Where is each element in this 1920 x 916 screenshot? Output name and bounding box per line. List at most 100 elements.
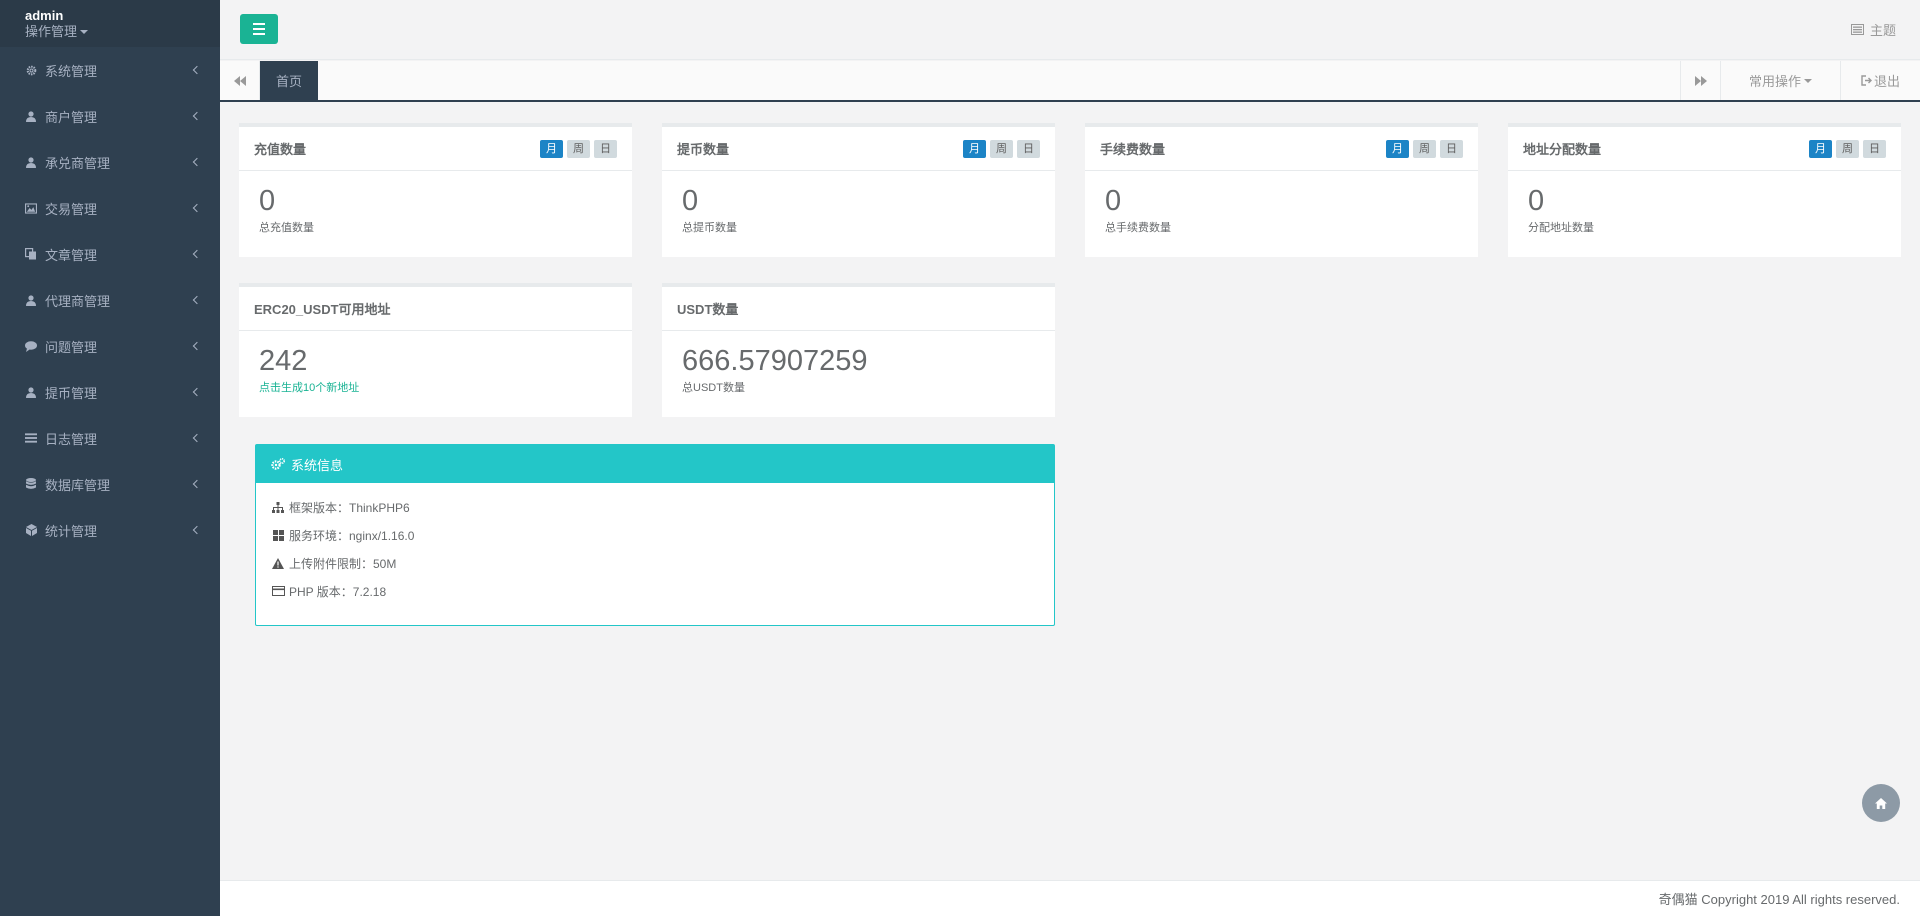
backward-icon bbox=[233, 75, 246, 86]
stat-value: 242 bbox=[259, 345, 308, 377]
chevron-left-icon bbox=[192, 387, 202, 397]
sysinfo-row: 框架版本：ThinkPHP6 bbox=[271, 493, 1039, 521]
tab-scroll-right-button[interactable] bbox=[1680, 61, 1720, 100]
chevron-left-icon bbox=[192, 525, 202, 535]
exit-button[interactable]: 退出 bbox=[1840, 61, 1920, 100]
period-day-button[interactable]: 日 bbox=[1863, 139, 1886, 158]
sidebar-item-label: 数据库管理 bbox=[45, 477, 111, 493]
sidebar-item-label: 承兑商管理 bbox=[45, 155, 111, 171]
chevron-left-icon bbox=[192, 157, 202, 167]
caret-down-icon bbox=[1804, 78, 1812, 83]
profile-role-dropdown[interactable]: 操作管理 bbox=[25, 24, 220, 40]
generate-addresses-link[interactable]: 点击生成10个新地址 bbox=[259, 379, 612, 395]
sidebar-item-label: 系统管理 bbox=[45, 63, 98, 79]
period-day-button[interactable]: 日 bbox=[594, 139, 617, 158]
sidebar-item-withdraw[interactable]: 提币管理 bbox=[0, 369, 220, 415]
period-week-button[interactable]: 周 bbox=[567, 139, 590, 158]
gear-icon bbox=[25, 64, 37, 76]
topbar: 主题 bbox=[220, 0, 1920, 60]
theme-icon bbox=[1850, 24, 1864, 35]
credit-card-icon bbox=[271, 584, 285, 598]
chevron-left-icon bbox=[192, 249, 202, 259]
dashboard-content: 充值数量 月 周 日 0 总充值数量 提币数量 月 周 日 0 总提币数量 手续… bbox=[220, 102, 1920, 880]
stat-label: 总USDT数量 bbox=[682, 382, 745, 394]
sidebar-item-label: 交易管理 bbox=[45, 201, 98, 217]
period-week-button[interactable]: 周 bbox=[990, 139, 1013, 158]
stat-value: 0 bbox=[1528, 185, 1545, 217]
copy-icon bbox=[25, 248, 37, 260]
card-title: ERC20_USDT可用地址 bbox=[254, 302, 391, 317]
stat-label: 总提币数量 bbox=[682, 222, 737, 234]
stat-label: 分配地址数量 bbox=[1528, 222, 1594, 234]
caret-down-icon bbox=[80, 30, 89, 34]
profile-role-label: 操作管理 bbox=[25, 24, 78, 39]
system-info-panel: 系统信息 框架版本：ThinkPHP6 服务环境：nginx/1.16.0 上传… bbox=[255, 444, 1055, 626]
home-button[interactable] bbox=[1862, 784, 1900, 822]
chevron-left-icon bbox=[192, 341, 202, 351]
exit-label: 退出 bbox=[1873, 74, 1900, 89]
sysinfo-text: 服务环境：nginx/1.16.0 bbox=[289, 528, 415, 543]
period-week-button[interactable]: 周 bbox=[1836, 139, 1859, 158]
sidebar-item-database[interactable]: 数据库管理 bbox=[0, 461, 220, 507]
erc20-address-card: ERC20_USDT可用地址 242 点击生成10个新地址 bbox=[239, 283, 632, 417]
footer: 奇偶猫 Copyright 2019 All rights reserved. bbox=[220, 880, 1920, 916]
sysinfo-row: 服务环境：nginx/1.16.0 bbox=[271, 521, 1039, 549]
system-info-title: 系统信息 bbox=[291, 457, 344, 473]
tab-scroll-left-button[interactable] bbox=[220, 61, 260, 100]
forward-icon bbox=[1694, 75, 1707, 86]
sidebar-item-merchant[interactable]: 商户管理 bbox=[0, 93, 220, 139]
card-title: 地址分配数量 bbox=[1523, 142, 1602, 157]
sidebar-item-trade[interactable]: 交易管理 bbox=[0, 185, 220, 231]
windows-icon bbox=[271, 528, 285, 542]
user-icon bbox=[25, 110, 37, 122]
stat-value: 0 bbox=[682, 185, 699, 217]
sidebar-item-label: 代理商管理 bbox=[45, 293, 111, 309]
recharge-stat-card: 充值数量 月 周 日 0 总充值数量 bbox=[239, 123, 632, 257]
sidebar-item-statistics[interactable]: 统计管理 bbox=[0, 507, 220, 553]
sidebar-item-agent[interactable]: 代理商管理 bbox=[0, 277, 220, 323]
tab-actions: 常用操作 退出 bbox=[1680, 61, 1920, 100]
sidebar-item-log[interactable]: 日志管理 bbox=[0, 415, 220, 461]
sysinfo-row: PHP 版本：7.2.18 bbox=[271, 577, 1039, 605]
profile-name: admin bbox=[25, 8, 64, 23]
user-icon bbox=[25, 156, 37, 168]
period-month-button[interactable]: 月 bbox=[1386, 139, 1409, 158]
card-title: 提币数量 bbox=[677, 142, 730, 157]
chevron-left-icon bbox=[192, 295, 202, 305]
common-ops-dropdown[interactable]: 常用操作 bbox=[1720, 61, 1840, 100]
period-switch: 月 周 日 bbox=[1809, 139, 1886, 158]
user-icon bbox=[25, 294, 37, 306]
sidebar-item-label: 统计管理 bbox=[45, 523, 98, 539]
period-month-button[interactable]: 月 bbox=[540, 139, 563, 158]
stat-value: 666.57907259 bbox=[682, 345, 868, 377]
comment-icon bbox=[25, 340, 37, 352]
sitemap-icon bbox=[271, 500, 285, 514]
sidebar-item-system[interactable]: 系统管理 bbox=[0, 47, 220, 93]
stat-label: 总手续费数量 bbox=[1105, 222, 1171, 234]
period-switch: 月 周 日 bbox=[540, 139, 617, 158]
period-month-button[interactable]: 月 bbox=[963, 139, 986, 158]
card-title: 手续费数量 bbox=[1100, 142, 1166, 157]
period-month-button[interactable]: 月 bbox=[1809, 139, 1832, 158]
sidebar-item-label: 商户管理 bbox=[45, 109, 98, 125]
address-alloc-stat-card: 地址分配数量 月 周 日 0 分配地址数量 bbox=[1508, 123, 1901, 257]
theme-button[interactable]: 主题 bbox=[1850, 20, 1896, 39]
sidebar-item-article[interactable]: 文章管理 bbox=[0, 231, 220, 277]
chevron-left-icon bbox=[192, 111, 202, 121]
sysinfo-text: 框架版本：ThinkPHP6 bbox=[289, 500, 410, 515]
sidebar: admin 操作管理 系统管理 商户管理 承兑商管理 交易管理 文章管理 代理商… bbox=[0, 0, 220, 916]
withdraw-stat-card: 提币数量 月 周 日 0 总提币数量 bbox=[662, 123, 1055, 257]
sidebar-item-acceptor[interactable]: 承兑商管理 bbox=[0, 139, 220, 185]
tab-home[interactable]: 首页 bbox=[260, 61, 319, 100]
chevron-left-icon bbox=[192, 65, 202, 75]
database-icon bbox=[25, 478, 37, 490]
period-day-button[interactable]: 日 bbox=[1017, 139, 1040, 158]
period-day-button[interactable]: 日 bbox=[1440, 139, 1463, 158]
sidebar-item-label: 问题管理 bbox=[45, 339, 98, 355]
menu-toggle-button[interactable] bbox=[240, 14, 278, 44]
chevron-left-icon bbox=[192, 479, 202, 489]
sidebar-item-question[interactable]: 问题管理 bbox=[0, 323, 220, 369]
home-icon bbox=[1875, 797, 1887, 809]
sysinfo-text: 上传附件限制：50M bbox=[289, 556, 397, 571]
period-week-button[interactable]: 周 bbox=[1413, 139, 1436, 158]
